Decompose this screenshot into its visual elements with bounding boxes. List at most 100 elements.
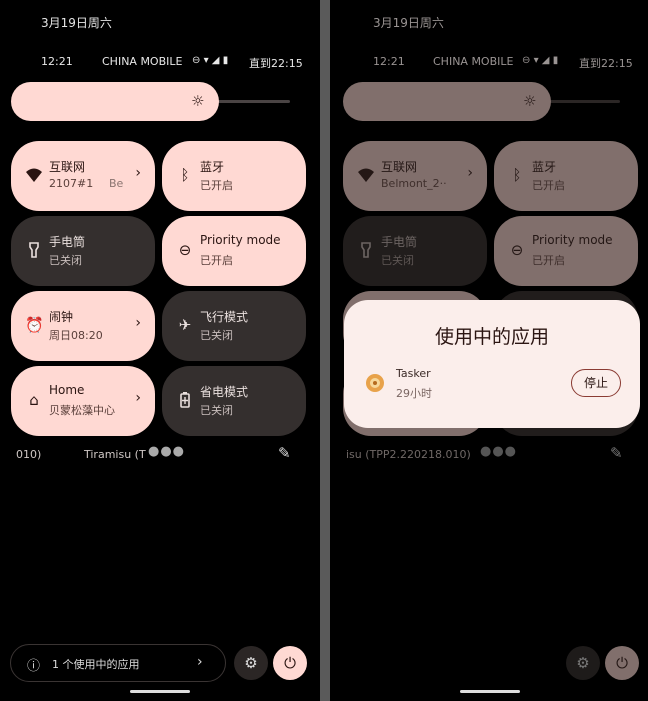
chevron-right-icon: ›	[467, 165, 473, 181]
app-duration: 29小时	[396, 387, 432, 400]
bluetooth-icon: ᛒ	[180, 166, 190, 184]
battery-text: 直到22:15	[579, 57, 633, 70]
tile-bluetooth[interactable]: ᛒ 蓝牙 已开启	[494, 141, 638, 211]
airplane-icon: ✈	[178, 316, 192, 334]
tile-home[interactable]: ⌂ Home 贝蒙松藻中心 ›	[11, 366, 155, 436]
tile-title: Priority mode	[532, 233, 613, 247]
power-icon: ⏻	[616, 654, 628, 672]
tile-subtitle: 已开启	[200, 179, 233, 192]
signal-icon: ◢	[541, 55, 550, 66]
bluetooth-icon: ᛒ	[512, 166, 522, 184]
tile-battery-saver[interactable]: 省电模式 已关闭	[162, 366, 306, 436]
tile-subtitle: 已关闭	[200, 329, 233, 342]
battery-text: 直到22:15	[249, 57, 303, 70]
status-time: 12:21	[373, 55, 405, 68]
tile-flashlight[interactable]: 手电筒 已关闭	[11, 216, 155, 286]
tile-internet[interactable]: 互联网 2107#1 Be ›	[11, 141, 155, 211]
tile-subtitle: 已开启	[200, 254, 233, 267]
dialog-title: 使用中的应用	[434, 326, 549, 348]
tile-title: 闹钟	[49, 310, 74, 324]
quick-settings-panel-right: 3月19日周六 12:21 CHINA MOBILE ⊖ ▾ ◢ ▮ 直到22:…	[330, 0, 648, 701]
battery-saver-icon	[176, 391, 194, 409]
flashlight-icon	[25, 241, 43, 259]
page-dots-icon: ●●●	[480, 444, 518, 459]
tile-subtitle: 已关闭	[49, 254, 82, 267]
alarm-clock-icon: ⏰	[25, 316, 44, 334]
edit-icon[interactable]: ✎	[278, 444, 291, 462]
stop-button[interactable]: 停止	[571, 369, 621, 397]
tile-flashlight[interactable]: 手电筒 已关闭	[343, 216, 487, 286]
wifi-status-icon: ▾	[533, 55, 539, 66]
settings-button[interactable]: ⚙	[234, 646, 268, 680]
info-icon: ⓘ	[27, 659, 41, 674]
tile-internet[interactable]: 互联网 Belmont_2·· ›	[343, 141, 487, 211]
tile-bluetooth[interactable]: ᛒ 蓝牙 已开启	[162, 141, 306, 211]
tile-subtitle-extra: Be	[109, 177, 124, 190]
power-icon: ⏻	[284, 654, 296, 672]
tile-title: Priority mode	[200, 233, 281, 247]
brightness-slider[interactable]: ☼	[343, 82, 551, 121]
chevron-right-icon: ›	[135, 390, 141, 406]
chevron-right-icon: ›	[135, 165, 141, 181]
tile-title: 蓝牙	[532, 160, 557, 174]
chevron-right-icon: ›	[197, 654, 203, 670]
dnd-icon: ⊖	[192, 55, 201, 66]
build-number[interactable]: isu (TPP2.220218.010)	[346, 448, 471, 461]
edit-icon[interactable]: ✎	[610, 444, 623, 462]
wifi-status-icon: ▾	[203, 55, 209, 66]
wifi-icon	[25, 166, 43, 184]
build-number-partial: 010)	[16, 448, 42, 461]
brightness-icon: ☼	[523, 92, 537, 110]
dnd-icon: ⊖	[522, 55, 531, 66]
flashlight-icon	[357, 241, 375, 259]
priority-mode-icon: ⊖	[510, 241, 524, 259]
active-apps-label: 1 个使用中的应用	[52, 658, 140, 671]
gear-icon: ⚙	[244, 654, 258, 672]
tile-title: 蓝牙	[200, 160, 225, 174]
tile-subtitle: 周日08:20	[49, 329, 103, 342]
page-dots-icon: ●●●	[148, 444, 186, 459]
home-icon: ⌂	[29, 391, 39, 409]
tile-priority-mode[interactable]: ⊖ Priority mode 已开启	[162, 216, 306, 286]
battery-icon: ▮	[222, 55, 229, 66]
tile-title: 飞行模式	[200, 310, 249, 324]
chevron-right-icon: ›	[135, 315, 141, 331]
tile-subtitle: 已开启	[532, 254, 565, 267]
tile-subtitle: 已关闭	[381, 254, 414, 267]
tile-title: 互联网	[381, 160, 418, 174]
tile-subtitle: 已开启	[532, 179, 565, 192]
power-button[interactable]: ⏻	[605, 646, 639, 680]
battery-icon: ▮	[552, 55, 559, 66]
tile-title: 省电模式	[200, 385, 249, 399]
tile-priority-mode[interactable]: ⊖ Priority mode 已开启	[494, 216, 638, 286]
tasker-app-icon	[364, 372, 386, 394]
active-apps-pill[interactable]: ⓘ 1 个使用中的应用 ›	[10, 644, 226, 682]
status-icons: ⊖ ▾ ◢ ▮	[192, 55, 228, 66]
tile-airplane-mode[interactable]: ✈ 飞行模式 已关闭	[162, 291, 306, 361]
tile-title: 手电筒	[49, 235, 86, 249]
home-indicator[interactable]	[460, 690, 520, 693]
carrier-label: CHINA MOBILE	[102, 55, 183, 68]
tile-subtitle: 贝蒙松藻中心	[49, 404, 115, 417]
brightness-track[interactable]	[210, 100, 290, 103]
brightness-slider[interactable]: ☼	[11, 82, 219, 121]
brightness-icon: ☼	[191, 92, 205, 110]
gear-icon: ⚙	[576, 654, 590, 672]
status-time: 12:21	[41, 55, 73, 68]
settings-button[interactable]: ⚙	[566, 646, 600, 680]
home-indicator[interactable]	[130, 690, 190, 693]
carrier-label: CHINA MOBILE	[433, 55, 514, 68]
tile-title: 手电筒	[381, 235, 418, 249]
app-name: Tasker	[396, 367, 431, 380]
build-number[interactable]: Tiramisu (T	[84, 448, 146, 461]
status-icons: ⊖ ▾ ◢ ▮	[522, 55, 558, 66]
tile-alarm[interactable]: ⏰ 闹钟 周日08:20 ›	[11, 291, 155, 361]
date-label: 3月19日周六	[373, 16, 444, 30]
power-button[interactable]: ⏻	[273, 646, 307, 680]
active-apps-dialog: 使用中的应用 Tasker 29小时 停止	[344, 300, 640, 428]
priority-mode-icon: ⊖	[178, 241, 192, 259]
tile-title: Home	[49, 383, 85, 397]
tile-title: 互联网	[49, 160, 86, 174]
tile-subtitle: 2107#1	[49, 177, 94, 190]
brightness-track[interactable]	[540, 100, 620, 103]
